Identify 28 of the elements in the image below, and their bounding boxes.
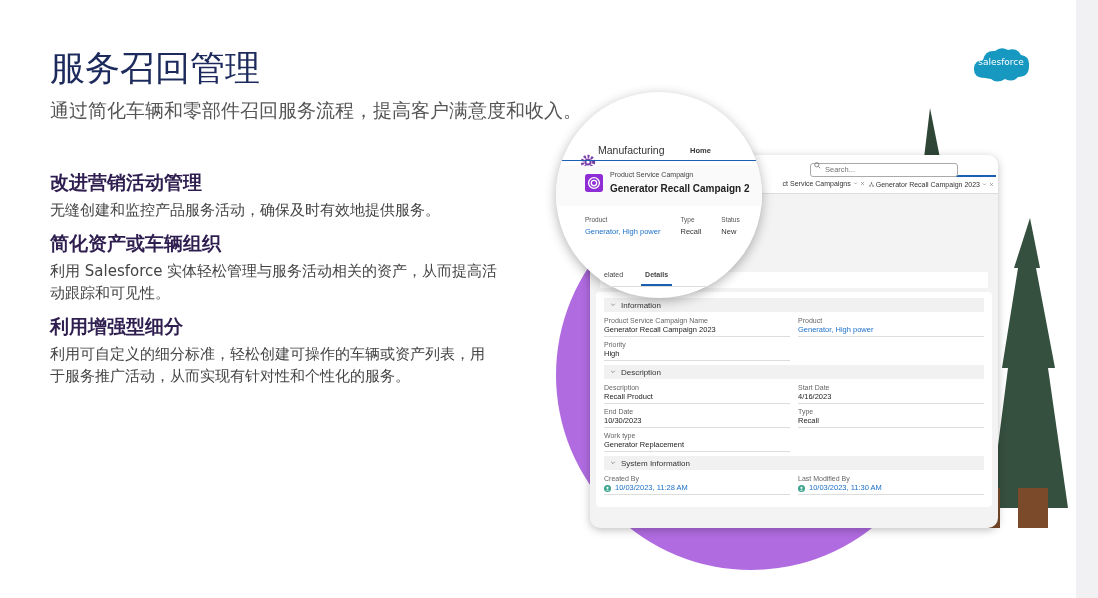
section-title: Description — [621, 367, 661, 377]
slide-subtitle: 通过简化车辆和零部件召回服务流程，提高客户满意度和收入。 — [50, 98, 582, 123]
feature-description: 利用可自定义的细分标准，轻松创建可操作的车辆或资产列表，用于服务推广活动，从而实现有针对性和个性化的服务。 — [50, 344, 486, 387]
section-title: System Information — [621, 458, 690, 468]
section-header[interactable]: System Information — [604, 456, 984, 470]
record-name: Generator Recall Campaign 2 — [610, 183, 750, 194]
feature-heading: 改进营销活动管理 — [50, 170, 202, 195]
section-header[interactable]: Description — [604, 365, 984, 379]
chevron-down-icon — [610, 302, 616, 308]
close-icon[interactable] — [989, 181, 994, 187]
user-avatar-icon — [798, 484, 805, 492]
app-name: Manufacturing — [598, 144, 665, 156]
feature-heading: 利用增强型细分 — [50, 314, 183, 339]
feature-description: 利用 Salesforce 实体轻松管理与服务活动相关的资产，从而提高活动跟踪和可见性。 — [50, 261, 498, 304]
target-icon — [585, 174, 603, 192]
section-header[interactable]: Information — [604, 298, 984, 312]
hierarchy-icon — [868, 181, 874, 187]
feature-description: 无缝创建和监控产品服务活动，确保及时有效地提供服务。 — [50, 200, 441, 221]
close-icon[interactable] — [859, 180, 865, 186]
chevron-down-icon — [610, 460, 616, 466]
section-title: Information — [621, 300, 662, 310]
chevron-down-icon[interactable] — [982, 181, 987, 187]
slide-title: 服务召回管理 — [50, 47, 261, 90]
chevron-down-icon — [610, 369, 616, 375]
user-avatar-icon — [604, 484, 611, 492]
feature-heading: 简化资产或车辆组织 — [50, 231, 221, 256]
chevron-down-icon[interactable] — [852, 180, 858, 186]
search-icon — [814, 162, 821, 169]
